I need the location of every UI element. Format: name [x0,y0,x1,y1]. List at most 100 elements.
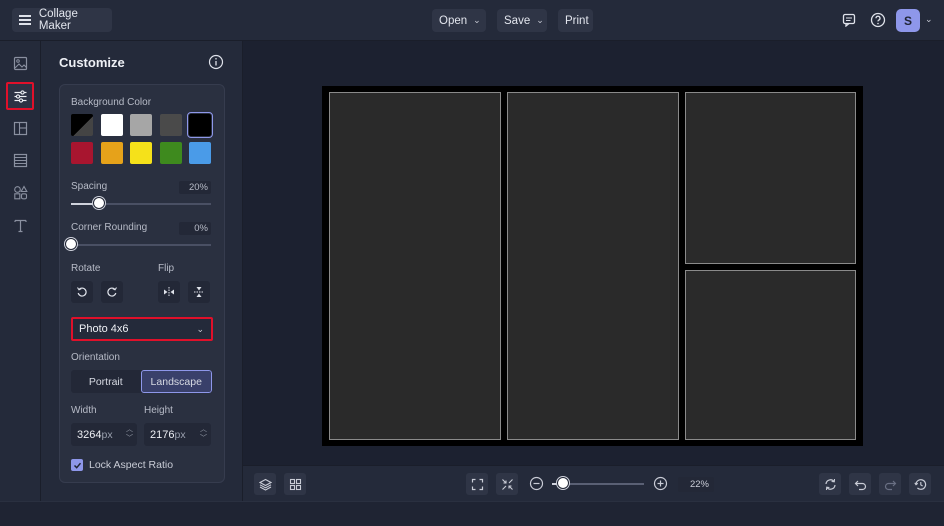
rail-item-graphics[interactable] [6,178,34,206]
background-color-label: Background Color [71,97,152,108]
rail-item-customize[interactable] [6,82,34,110]
color-swatch[interactable] [159,141,182,164]
actual-size-button[interactable] [496,473,518,495]
customize-card: Background Color Spacing 20% Corner Roun… [59,84,225,483]
history-button[interactable] [909,473,931,495]
chevron-down-icon: ⌄ [473,15,481,25]
color-swatch[interactable] [100,141,123,164]
hamburger-icon [19,15,31,25]
orientation-label: Orientation [71,352,120,363]
color-swatch[interactable] [71,141,93,164]
chat-icon [842,13,856,27]
rotate-right-icon [107,287,117,297]
shrink-icon [501,478,513,490]
layers-button[interactable] [254,473,276,495]
zoom-out-icon[interactable] [529,476,544,491]
rotate-left-icon [77,287,87,297]
zoom-slider-handle[interactable] [557,477,570,489]
chevron-down-icon: ⌄ [536,15,544,25]
spacing-slider-handle[interactable] [93,197,105,209]
color-swatch[interactable] [71,114,93,136]
undo-icon [854,480,866,490]
open-label: Open [439,14,468,27]
color-swatch[interactable] [159,114,182,136]
app-menu-button[interactable]: Collage Maker [12,8,112,32]
bottom-toolbar: 22% [243,465,944,501]
feedback-button[interactable] [838,9,860,31]
reset-button[interactable] [819,473,841,495]
print-button[interactable]: Print [558,9,593,32]
color-swatch[interactable] [187,112,213,138]
help-button[interactable] [867,9,889,31]
redo-button[interactable] [879,473,901,495]
text-icon [13,219,27,232]
panel-title: Customize [59,55,125,70]
color-swatch[interactable] [100,114,123,136]
portrait-option[interactable]: Portrait [71,370,141,393]
customize-panel: Customize Background Color Spacing 20% C… [41,41,243,501]
open-menu-button[interactable]: Open ⌄ [432,9,486,32]
refresh-icon [824,478,836,490]
info-icon[interactable] [208,54,224,70]
rail-item-layouts[interactable] [6,114,34,142]
save-menu-button[interactable]: Save ⌄ [497,9,547,32]
image-icon [13,56,27,70]
corner-rounding-value[interactable]: 0% [179,222,211,235]
height-stepper[interactable]: ︿ ﹀ [200,425,207,443]
corner-rounding-slider-handle[interactable] [65,238,77,250]
width-label: Width [71,405,97,416]
flip-vertical-icon [194,287,204,297]
rotate-label: Rotate [71,263,101,274]
collage-cell-1[interactable] [329,92,501,440]
expand-icon [471,478,483,490]
width-stepper[interactable]: ︿ ﹀ [126,425,133,443]
grid-button[interactable] [284,473,306,495]
height-input[interactable]: 2176 px ︿ ﹀ [144,423,211,446]
layers-icon [258,478,272,491]
rail-item-backgrounds[interactable] [6,146,34,174]
collage-cell-2[interactable] [507,92,679,440]
landscape-option[interactable]: Landscape [140,370,212,393]
texture-icon [13,153,27,167]
grid-icon [289,478,301,490]
flip-label: Flip [158,263,175,274]
sliders-icon [14,89,26,103]
fit-to-screen-button[interactable] [466,473,488,495]
zoom-value[interactable]: 22% [678,477,714,492]
size-preset-select[interactable]: Photo 4x6 ⌄ [71,317,213,341]
spacing-value[interactable]: 20% [179,181,211,194]
status-footer [0,501,944,526]
rail-item-photos[interactable] [6,49,34,77]
width-value: 3264 [77,428,102,441]
color-swatch[interactable] [130,141,152,164]
flip-vertical-button[interactable] [188,281,210,303]
height-label: Height [144,405,173,416]
collage-canvas[interactable] [322,86,863,446]
check-icon [73,462,81,469]
collage-cell-4[interactable] [685,270,856,440]
save-label: Save [504,14,531,27]
collage-cell-3[interactable] [685,92,856,264]
color-swatch[interactable] [130,114,152,136]
chevron-down-icon: ⌄ [196,324,204,334]
corner-rounding-label: Corner Rounding [71,222,148,233]
history-icon [913,478,926,490]
rail-item-text[interactable] [6,211,34,239]
width-input[interactable]: 3264 px ︿ ﹀ [71,423,137,446]
lock-aspect-checkbox[interactable] [71,459,83,471]
orientation-toggle: Portrait Landscape [71,370,212,393]
zoom-in-icon[interactable] [653,476,668,491]
rotate-right-button[interactable] [101,281,123,303]
chevron-down-icon[interactable]: ⌄ [925,14,933,25]
corner-rounding-slider-track[interactable] [71,244,211,246]
avatar[interactable]: S [896,9,920,32]
undo-button[interactable] [849,473,871,495]
rotate-left-button[interactable] [71,281,93,303]
lock-aspect-label: Lock Aspect Ratio [89,459,174,471]
top-bar: Collage Maker Open ⌄ Save ⌄ Print S ⌄ [0,0,944,41]
color-swatch[interactable] [189,141,211,164]
help-icon [870,12,886,28]
redo-icon [884,480,896,490]
height-unit: px [174,428,186,441]
flip-horizontal-button[interactable] [158,281,180,303]
